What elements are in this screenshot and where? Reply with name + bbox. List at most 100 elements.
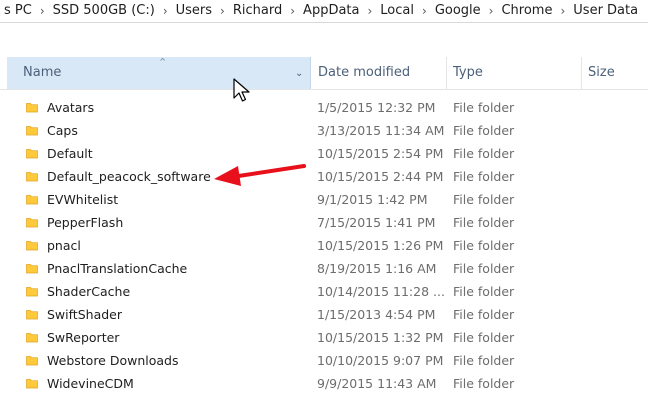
file-type: File folder [453,330,515,345]
file-name[interactable]: SwiftShader [47,303,122,326]
folder-icon [26,149,38,159]
date-modified: 3/13/2015 11:34 AM [317,123,445,138]
breadcrumb-item[interactable]: Richard [227,3,288,18]
table-row[interactable]: Webstore Downloads 10/10/2015 9:07 PM File… [0,349,648,372]
table-row[interactable]: pnacl 10/15/2015 1:26 PM File folder [0,234,648,257]
date-modified: 1/5/2015 12:32 PM [317,100,436,115]
breadcrumb-separator-icon[interactable]: › [38,4,47,18]
mouse-pointer-icon [233,78,250,102]
date-modified: 10/15/2015 1:32 PM [317,330,444,345]
file-name[interactable]: Avatars [47,96,94,119]
file-name[interactable]: SwReporter [47,326,119,349]
file-name[interactable]: PnaclTranslationCache [47,257,187,280]
breadcrumb-separator-icon[interactable]: › [218,4,227,18]
file-type: File folder [453,169,515,184]
date-modified: 1/15/2013 4:54 PM [317,307,436,322]
file-type: File folder [453,284,515,299]
breadcrumb-separator-icon[interactable]: › [558,4,567,18]
file-name[interactable]: EVWhitelist [47,188,118,211]
folder-icon [26,379,38,389]
red-arrow-annotation [214,164,306,186]
sort-ascending-icon: ⌃ [158,56,168,69]
file-type: File folder [453,192,515,207]
breadcrumb-separator-icon[interactable]: › [365,4,374,18]
file-type: File folder [453,238,515,253]
column-header-date-label: Date modified [318,65,411,80]
file-name[interactable]: pnacl [47,234,81,257]
arrow-head [214,166,241,186]
breadcrumb-item[interactable]: User Data [567,3,644,18]
file-name[interactable]: Default [47,142,93,165]
breadcrumb: s PC › SSD 500GB (C:) › Users › Richard › AppDat… [0,3,644,18]
table-row[interactable]: PepperFlash 7/15/2015 1:41 PM File folder [0,211,648,234]
file-name[interactable]: PepperFlash [47,211,123,234]
file-type: File folder [453,307,515,322]
table-row[interactable]: SwiftShader 1/15/2013 4:54 PM File folder [0,303,648,326]
chevron-down-icon[interactable]: ⌄ [295,58,303,90]
breadcrumb-item[interactable]: AppData [297,3,365,18]
folder-icon [26,241,38,251]
column-header-row: ⌃ Name ⌄ Date modified Type Size [0,56,648,90]
folder-icon [26,356,38,366]
table-row[interactable]: Avatars 1/5/2015 12:32 PM File folder [0,96,648,119]
file-type: File folder [453,123,515,138]
breadcrumb-separator-icon[interactable]: › [288,4,297,18]
date-modified: 8/19/2015 1:16 AM [317,261,437,276]
breadcrumb-item[interactable]: SSD 500GB (C:) [47,3,161,18]
folder-icon [26,126,38,136]
file-type: File folder [453,376,515,391]
folder-icon [26,264,38,274]
file-type: File folder [453,100,515,115]
date-modified: 10/15/2015 2:44 PM [317,169,444,184]
column-header-name[interactable]: ⌃ Name ⌄ [7,56,311,90]
column-header-name-label: Name [23,65,62,80]
table-row[interactable]: WidevineCDM 9/9/2015 11:43 AM File folder [0,372,648,395]
date-modified: 9/1/2015 1:42 PM [317,192,428,207]
file-type: File folder [453,353,515,368]
folder-icon [26,287,38,297]
file-name[interactable]: Caps [47,119,78,142]
date-modified: 10/14/2015 11:28 ... [317,284,445,299]
table-row[interactable]: ShaderCache 10/14/2015 11:28 ... File fold… [0,280,648,303]
breadcrumb-item[interactable]: s PC [0,3,38,18]
date-modified: 10/15/2015 1:26 PM [317,238,444,253]
date-modified: 10/10/2015 9:07 PM [317,353,444,368]
file-name[interactable]: Webstore Downloads [47,349,179,372]
breadcrumb-separator-icon[interactable]: › [487,4,496,18]
breadcrumb-item[interactable]: Chrome [495,3,558,18]
column-header-type-label: Type [453,65,483,80]
breadcrumb-separator-icon[interactable]: › [161,4,170,18]
breadcrumb-separator-icon[interactable]: › [420,4,429,18]
column-header-size[interactable]: Size [581,57,648,89]
table-row[interactable]: Caps 3/13/2015 11:34 AM File folder [0,119,648,142]
file-type: File folder [453,261,515,276]
table-row[interactable]: PnaclTranslationCache 8/19/2015 1:16 AM Fi… [0,257,648,280]
table-row[interactable]: Default 10/15/2015 2:54 PM File folder [0,142,648,165]
table-row[interactable]: Default_peacock_software 10/15/2015 2:44 … [0,165,648,188]
date-modified: 9/9/2015 11:43 AM [317,376,437,391]
file-name[interactable]: WidevineCDM [47,372,134,395]
file-type: File folder [453,146,515,161]
folder-icon [26,172,38,182]
date-modified: 7/15/2015 1:41 PM [317,215,436,230]
date-modified: 10/15/2015 2:54 PM [317,146,444,161]
breadcrumb-item[interactable]: Users [170,3,218,18]
folder-icon [26,218,38,228]
breadcrumb-item[interactable]: Google [429,3,487,18]
folder-icon [26,310,38,320]
folder-icon [26,333,38,343]
column-header-size-label: Size [588,65,615,80]
arrow-shaft [230,164,306,179]
column-header-date[interactable]: Date modified [310,57,447,89]
file-list: Avatars 1/5/2015 12:32 PM File folder Caps 3… [0,96,648,395]
file-name[interactable]: ShaderCache [47,280,130,303]
table-row[interactable]: EVWhitelist 9/1/2015 1:42 PM File folder [0,188,648,211]
column-header-type[interactable]: Type [446,57,582,89]
folder-icon [26,103,38,113]
table-row[interactable]: SwReporter 10/15/2015 1:32 PM File folder [0,326,648,349]
breadcrumb-item[interactable]: Local [374,3,420,18]
file-name[interactable]: Default_peacock_software [47,165,211,188]
file-type: File folder [453,215,515,230]
folder-icon [26,195,38,205]
address-bar[interactable]: s PC › SSD 500GB (C:) › Users › Richard › AppDat… [0,0,648,23]
